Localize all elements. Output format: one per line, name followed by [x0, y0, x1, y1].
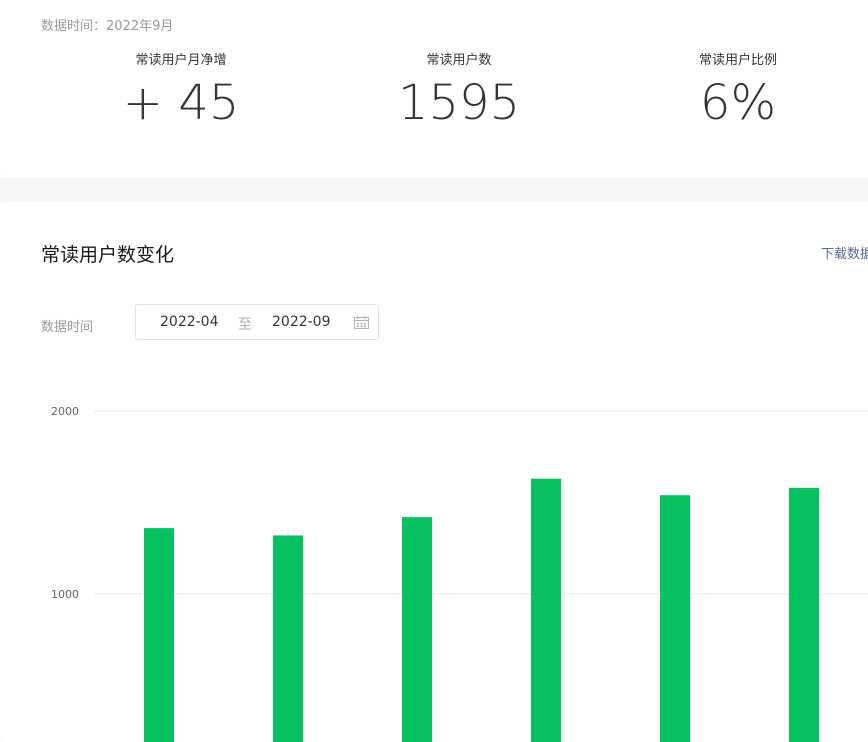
stat-net-growth-value: + 45 — [122, 75, 240, 131]
bar-2022-07[interactable] — [531, 478, 561, 742]
stat-regular-readers: 常读用户数 1595 — [349, 51, 569, 131]
stat-regular-ratio-value: 6% — [699, 75, 777, 131]
bar-chart: 1000 2000 — [51, 405, 868, 742]
stat-regular-readers-value: 1595 — [397, 75, 521, 131]
y-tick-label: 1000 — [51, 588, 79, 601]
summary-data-time: 数据时间：2022年9月 — [41, 19, 174, 34]
bar-2022-05[interactable] — [273, 535, 303, 742]
bar-2022-04[interactable] — [144, 528, 174, 742]
stat-net-growth: 常读用户月净增 + 45 — [71, 51, 291, 131]
bar-2022-09[interactable] — [789, 487, 819, 742]
bar-2022-08[interactable] — [660, 495, 690, 742]
summary-card: 数据时间：2022年9月 常读用户月净增 + 45 常读用户数 1595 常读用… — [0, 0, 868, 178]
stat-regular-ratio: 常读用户比例 6% — [628, 51, 848, 131]
bar-2022-06[interactable] — [402, 517, 432, 742]
chart-card: 常读用户数变化 下载数据 数据时间 2022-04 至 2022-09 1000… — [0, 202, 868, 742]
stat-regular-ratio-label: 常读用户比例 — [698, 53, 777, 68]
stat-regular-readers-label: 常读用户数 — [426, 53, 492, 68]
y-tick-label: 2000 — [51, 405, 79, 418]
stat-net-growth-label: 常读用户月净增 — [135, 53, 227, 68]
